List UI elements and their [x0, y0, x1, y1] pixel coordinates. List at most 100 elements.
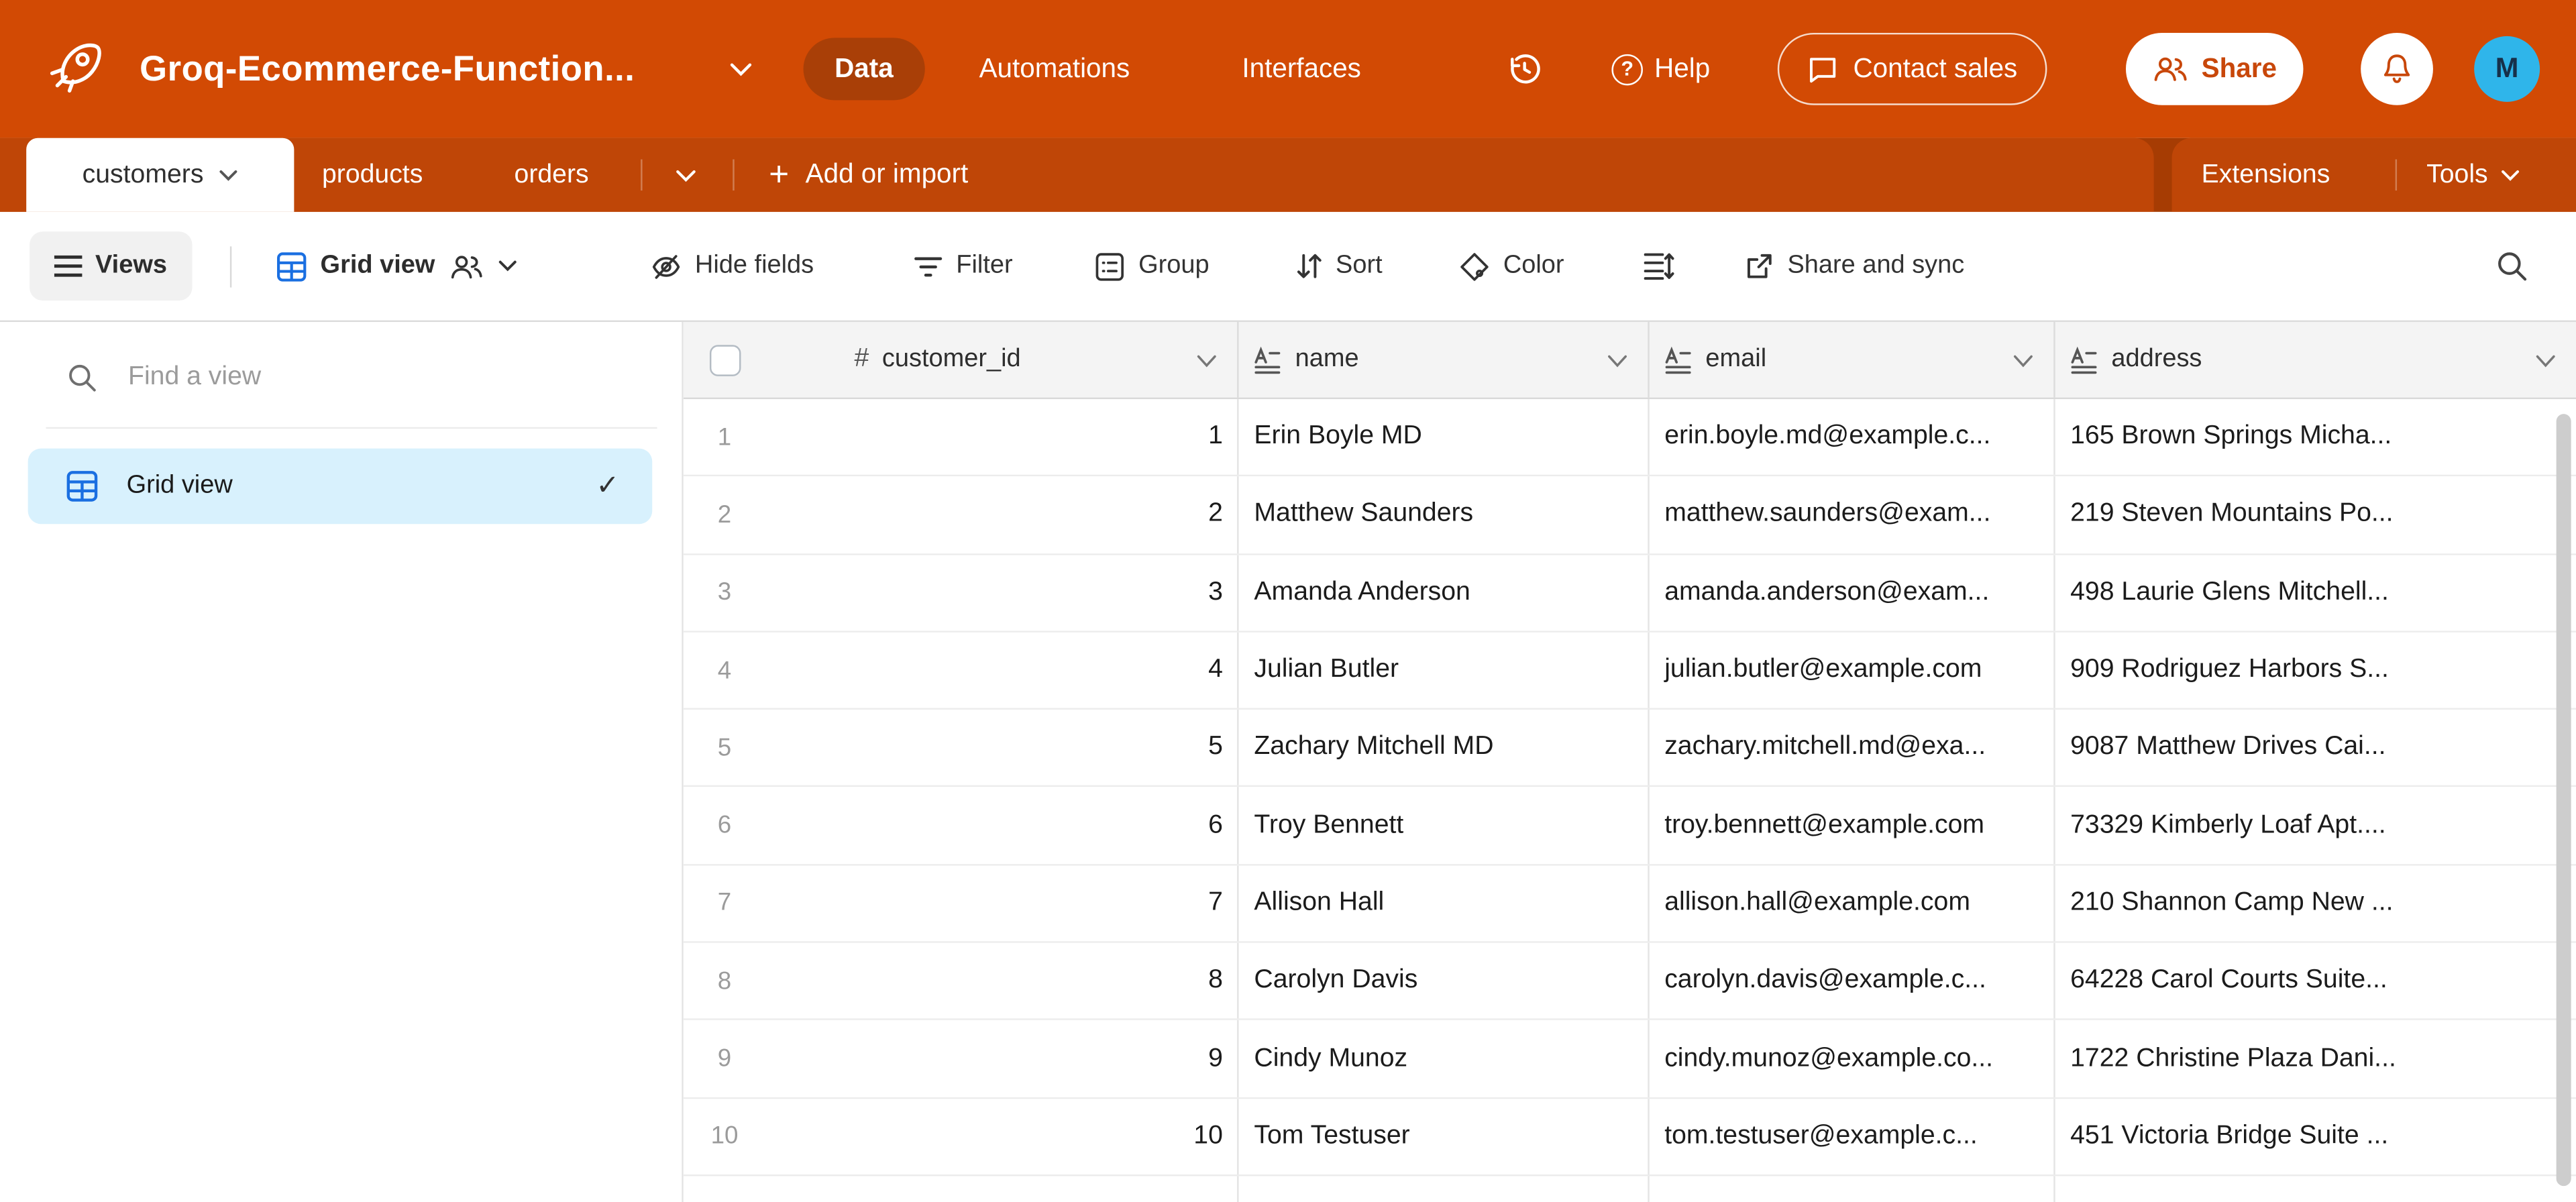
chevron-down-icon[interactable] [2535, 355, 2557, 368]
chevron-down-icon[interactable] [1607, 355, 1628, 368]
table-row: 7 7 Allison Hall allison.hall@example.co… [684, 865, 2576, 943]
cell-email[interactable]: amanda.anderson@exam... [1650, 555, 2055, 631]
hide-fields-button[interactable]: Hide fields [651, 231, 814, 300]
cell-name[interactable]: Zachary Mitchell MD [1239, 710, 1650, 785]
cell-name[interactable]: Allison Hall [1239, 865, 1650, 941]
cell-customer-id[interactable]: 9 9 [684, 1021, 1240, 1097]
cell-name[interactable]: Amanda Anderson [1239, 555, 1650, 631]
cell-customer-id[interactable]: 3 3 [684, 555, 1240, 631]
tab-separator [641, 160, 642, 191]
filter-button[interactable]: Filter [914, 231, 1013, 300]
cell-name[interactable]: Carolyn Davis [1239, 943, 1650, 1019]
row-height-button[interactable] [1643, 231, 1674, 300]
tab-data[interactable]: Data [804, 38, 925, 100]
cell-name[interactable]: Troy Bennett [1239, 787, 1650, 863]
cell-address[interactable]: 9087 Matthew Drives Cai... [2055, 710, 2576, 785]
cell-address[interactable]: 498 Laurie Glens Mitchell... [2055, 555, 2576, 631]
cell-address[interactable]: 909 Rodriguez Harbors S... [2055, 633, 2576, 708]
cell-address[interactable]: 210 Shannon Camp New ... [2055, 865, 2576, 941]
cell-customer-id[interactable] [684, 1176, 1240, 1202]
table-row: 2 2 Matthew Saunders matthew.saunders@ex… [684, 477, 2576, 555]
cell-address[interactable] [2055, 1176, 2576, 1202]
cell-customer-id[interactable]: 5 5 [684, 710, 1240, 785]
color-button[interactable]: Color [1459, 231, 1564, 300]
expand-tables-chevron-icon[interactable] [676, 169, 697, 182]
cell-customer-id[interactable]: 7 7 [684, 865, 1240, 941]
base-title[interactable]: Groq-Ecommerce-Function... [140, 0, 635, 138]
table-tabs-bar: customers products orders + Add or impor… [0, 138, 2576, 212]
cell-address[interactable]: 73329 Kimberly Loaf Apt.... [2055, 787, 2576, 863]
cell-address[interactable]: 219 Steven Mountains Po... [2055, 477, 2576, 553]
sort-button[interactable]: Sort [1295, 231, 1383, 300]
cell-email[interactable]: erin.boyle.md@example.c... [1650, 399, 2055, 475]
tab-interfaces[interactable]: Interfaces [1242, 0, 1360, 138]
tab-products[interactable]: products [322, 138, 423, 212]
cell-name[interactable]: Cindy Munoz [1239, 1021, 1650, 1097]
extensions-button[interactable]: Extensions [2202, 138, 2330, 212]
column-header-customer-id[interactable]: # customer_id [684, 322, 1240, 398]
tab-automations[interactable]: Automations [979, 0, 1130, 138]
cell-email[interactable]: matthew.saunders@exam... [1650, 477, 2055, 553]
cell-email[interactable] [1650, 1176, 2055, 1202]
cell-customer-id[interactable]: 1 1 [684, 399, 1240, 475]
column-header-email[interactable]: email [1650, 322, 2055, 398]
number-field-icon: # [854, 345, 869, 374]
cell-name[interactable]: Erin Boyle MD [1239, 399, 1650, 475]
cell-email[interactable]: cindy.munoz@example.co... [1650, 1021, 2055, 1097]
cell-name[interactable]: Tom Testuser [1239, 1099, 1650, 1174]
cell-address[interactable]: 165 Brown Springs Micha... [2055, 399, 2576, 475]
vertical-scrollbar[interactable] [2557, 414, 2571, 1186]
notifications-button[interactable] [2361, 33, 2433, 105]
cell-name[interactable]: Julian Butler [1239, 633, 1650, 708]
avatar[interactable]: M [2474, 36, 2540, 102]
cell-email[interactable]: tom.testuser@example.c... [1650, 1099, 2055, 1174]
collaborators-icon [448, 252, 484, 280]
cell-email[interactable]: julian.butler@example.com [1650, 633, 2055, 708]
chevron-down-icon[interactable] [729, 62, 752, 77]
cell-customer-id[interactable]: 8 8 [684, 943, 1240, 1019]
help-button[interactable]: ? Help [1611, 0, 1710, 138]
cell-customer-id[interactable]: 6 6 [684, 787, 1240, 863]
cell-address[interactable]: 451 Victoria Bridge Suite ... [2055, 1099, 2576, 1174]
search-icon [66, 362, 99, 394]
sidebar-item-grid-view[interactable]: Grid view ✓ [28, 449, 653, 525]
cell-address[interactable]: 1722 Christine Plaza Dani... [2055, 1021, 2576, 1097]
contact-sales-button[interactable]: Contact sales [1778, 33, 2047, 105]
name-value: Amanda Anderson [1254, 555, 1470, 631]
select-all-checkbox[interactable] [710, 345, 741, 376]
history-icon[interactable] [1505, 49, 1544, 89]
cell-email[interactable]: carolyn.davis@example.c... [1650, 943, 2055, 1019]
cell-email[interactable]: zachary.mitchell.md@exa... [1650, 710, 2055, 785]
rocket-logo-icon[interactable] [46, 40, 105, 99]
chevron-down-icon[interactable] [2012, 355, 2034, 368]
chevron-down-icon [498, 260, 517, 273]
cell-customer-id[interactable]: 4 4 [684, 633, 1240, 708]
cell-customer-id[interactable]: 10 10 [684, 1099, 1240, 1174]
find-view-input[interactable] [128, 363, 555, 392]
chevron-down-icon[interactable] [1197, 355, 1218, 368]
column-header-address[interactable]: address [2055, 322, 2576, 398]
row-number: 10 [684, 1099, 765, 1174]
cell-name[interactable]: Matthew Saunders [1239, 477, 1650, 553]
cell-email[interactable]: troy.bennett@example.com [1650, 787, 2055, 863]
table-row: 3 3 Amanda Anderson amanda.anderson@exam… [684, 555, 2576, 633]
find-view-search[interactable] [66, 362, 555, 394]
cell-customer-id[interactable]: 2 2 [684, 477, 1240, 553]
share-button[interactable]: Share [2126, 33, 2303, 105]
address-value: 210 Shannon Camp New ... [2070, 865, 2393, 941]
address-value: 165 Brown Springs Micha... [2070, 399, 2392, 475]
tools-button[interactable]: Tools [2426, 138, 2520, 212]
share-and-sync-button[interactable]: Share and sync [1745, 231, 1964, 300]
cell-address[interactable]: 64228 Carol Courts Suite... [2055, 943, 2576, 1019]
cell-name[interactable] [1239, 1176, 1650, 1202]
cell-email[interactable]: allison.hall@example.com [1650, 865, 2055, 941]
tab-customers[interactable]: customers [26, 138, 294, 212]
add-or-import-button[interactable]: + Add or import [769, 138, 968, 212]
grid-view-switcher[interactable]: Grid view [276, 231, 517, 300]
views-button[interactable]: Views [30, 231, 192, 300]
search-icon[interactable] [2494, 231, 2530, 300]
group-button[interactable]: Group [1094, 231, 1210, 300]
table-row: 10 10 Tom Testuser tom.testuser@example.… [684, 1099, 2576, 1177]
tab-orders[interactable]: orders [515, 138, 589, 212]
column-header-name[interactable]: name [1239, 322, 1650, 398]
